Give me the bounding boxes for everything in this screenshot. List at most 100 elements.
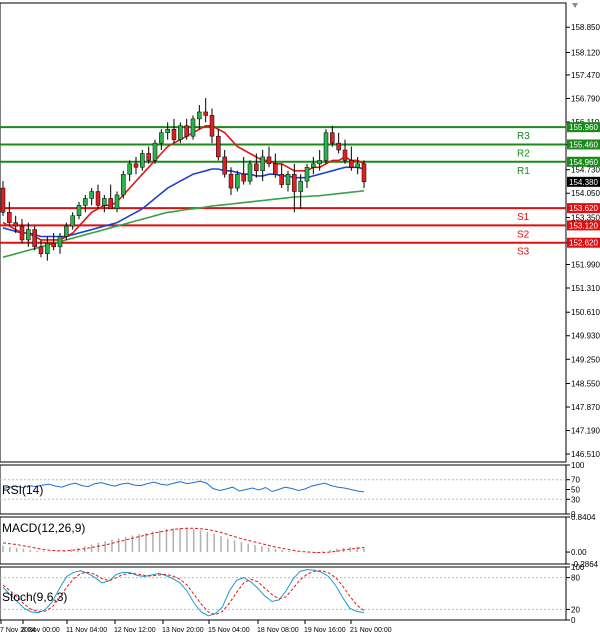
candle-body [241, 173, 246, 182]
rsi-title: RSI(14) [2, 483, 43, 497]
pane-main-frame [0, 2, 567, 463]
time-tick-label: 19 Nov 16:00 [304, 627, 346, 634]
candle-body [89, 191, 94, 199]
price-tick-label: 149.930 [571, 332, 600, 341]
pane-stoch-frame [0, 566, 567, 621]
candle-body [311, 163, 316, 168]
rsi-tick-label: 50 [571, 486, 580, 495]
price-tick-label: 150.610 [571, 308, 600, 317]
candle-body [323, 132, 329, 161]
candle-body [298, 180, 303, 192]
level-name-r2: R2 [517, 148, 530, 159]
candle-body [57, 236, 63, 248]
candle-body [114, 194, 120, 210]
candle-body [133, 163, 139, 168]
current-price-label: 154.380 [569, 178, 598, 187]
level-price-label: 153.620 [569, 204, 598, 213]
time-tick-label: 11 Nov 04:00 [66, 627, 107, 634]
candle-body [26, 229, 31, 241]
candle-body [197, 111, 202, 120]
stoch-tick-label: 100 [571, 563, 585, 572]
candle-body [95, 191, 101, 206]
level-price-label: 152.620 [569, 239, 598, 248]
price-tick-label: 149.250 [571, 355, 600, 364]
stoch-tick-label: 0 [571, 616, 576, 625]
candle-body [76, 205, 82, 216]
candle-body [279, 173, 284, 185]
price-tick-label: 148.550 [571, 379, 600, 388]
candle-body [304, 167, 310, 182]
candle-body [7, 212, 12, 223]
time-tick-label: 13 Nov 20:00 [162, 627, 204, 634]
candle-body [121, 173, 126, 196]
candle-body [247, 163, 253, 182]
price-tick-label: 158.850 [571, 23, 600, 32]
candle-body [19, 225, 25, 241]
candle-body [228, 173, 234, 189]
level-price-label: 154.960 [569, 158, 598, 167]
time-tick-label: 18 Nov 08:00 [257, 627, 299, 634]
candle-body [0, 187, 6, 213]
macd-title: MACD(12,26,9) [2, 521, 85, 535]
price-tick-label: 154.730 [571, 166, 600, 175]
candle-body [273, 163, 278, 175]
candle-body [127, 163, 132, 175]
trading-chart: 158.850158.120157.470156.790156.110155.4… [0, 0, 600, 636]
candle-body [235, 173, 240, 189]
price-tick-label: 151.990 [571, 260, 600, 269]
rsi-line [2, 480, 365, 493]
price-tick-label: 151.310 [571, 284, 600, 293]
candle-body [317, 160, 322, 165]
candle-body [146, 153, 151, 161]
level-price-label: 153.120 [569, 221, 598, 230]
time-tick-label: 12 Nov 12:00 [114, 627, 156, 634]
chart-shift-marker [572, 3, 578, 8]
level-name-s1: S1 [517, 212, 530, 223]
price-tick-label: 158.120 [571, 48, 600, 57]
candle-body [260, 156, 265, 172]
candle-body [355, 163, 360, 168]
time-tick-label: 21 Nov 00:00 [350, 627, 392, 634]
price-tick-label: 154.050 [571, 189, 600, 198]
pane-rsi-frame [0, 464, 567, 515]
level-price-label: 155.960 [569, 123, 598, 132]
level-name-r1: R1 [517, 166, 530, 177]
candle-body [342, 149, 348, 161]
candle-body [285, 173, 291, 185]
candle-body [184, 125, 189, 137]
candle-body [165, 129, 170, 133]
stoch-tick-label: 80 [571, 574, 580, 583]
candle-body [140, 153, 145, 168]
candle-body [70, 215, 75, 227]
price-tick-label: 156.790 [571, 94, 600, 103]
candle-body [190, 118, 196, 137]
candle-body [13, 222, 18, 227]
ma-fast-line [2, 125, 365, 241]
candle-body [171, 129, 177, 140]
ma-slow-line [2, 190, 365, 258]
candle-body [209, 115, 215, 137]
rsi-tick-label: 100 [571, 461, 585, 470]
level-price-label: 155.460 [569, 140, 598, 149]
candle-body [216, 135, 221, 158]
stoch-title: Stoch(9,6,3) [2, 590, 67, 604]
time-tick-label: 15 Nov 04:00 [208, 627, 250, 634]
stoch-tick-label: 20 [571, 605, 580, 614]
candle-body [38, 246, 44, 255]
candle-body [102, 198, 107, 206]
level-name-s3: S3 [517, 247, 530, 258]
candle-body [159, 132, 164, 144]
candle-body [254, 163, 259, 172]
price-tick-label: 157.470 [571, 71, 600, 80]
level-name-s2: S2 [517, 229, 530, 240]
macd-tick-label: 0.8404 [571, 513, 596, 522]
macd-tick-label: 0.00 [571, 548, 587, 557]
candle-body [361, 163, 367, 183]
candle-body [152, 142, 158, 161]
candle-body [64, 225, 69, 237]
candle-body [108, 198, 113, 210]
candle-body [222, 156, 227, 175]
candle-body [203, 111, 208, 116]
rsi-tick-label: 30 [571, 495, 580, 504]
chart-canvas: 158.850158.120157.470156.790156.110155.4… [0, 2, 600, 634]
